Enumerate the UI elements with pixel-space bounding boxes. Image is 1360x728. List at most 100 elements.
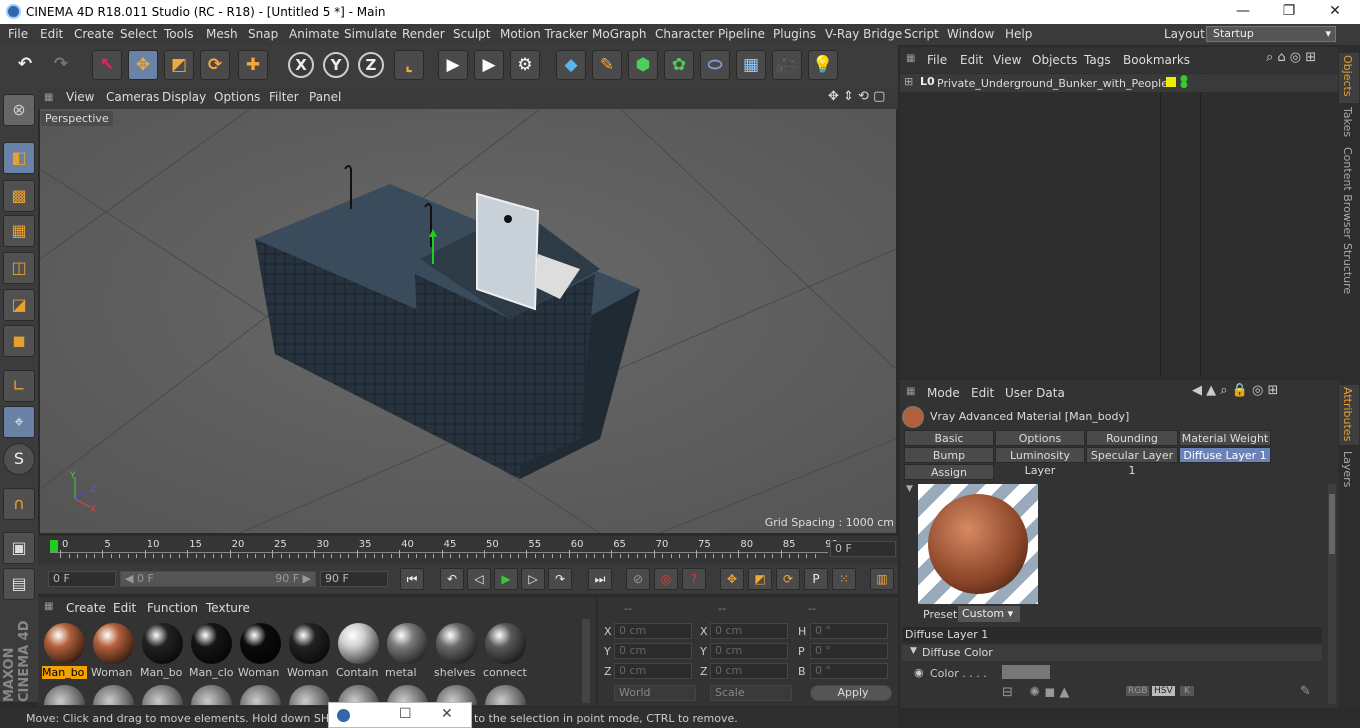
menu-motion-tracker[interactable]: Motion Tracker [500,27,588,41]
hsv-mode-button[interactable]: HSV [1152,686,1175,696]
deformer-icon[interactable]: ⬭ [700,50,730,80]
end-frame-field[interactable]: 90 F [320,571,388,587]
object-menu-objects[interactable]: Objects [1032,53,1077,67]
keyframe-selection-icon[interactable]: ? [682,568,706,590]
material-menu-create[interactable]: Create [66,601,106,615]
menu-render[interactable]: Render [402,27,445,41]
snap-icon[interactable]: S [3,443,35,475]
move-tool-icon[interactable]: ✥ [128,50,158,80]
menu-sculpt[interactable]: Sculpt [453,27,490,41]
side-tab-content-browser[interactable]: Content Browser [1341,147,1354,239]
go-to-start-icon[interactable]: ⏮ [400,568,424,590]
side-tab-takes[interactable]: Takes [1341,107,1354,137]
object-menu-edit[interactable]: Edit [960,53,983,67]
autokey-icon[interactable]: ◎ [654,568,678,590]
attr-menu-edit[interactable]: Edit [971,386,994,400]
object-menu-tags[interactable]: Tags [1084,53,1111,67]
tweak-mode-icon[interactable]: ⌖ [3,406,35,438]
menu-character[interactable]: Character [655,27,714,41]
light-icon[interactable]: 💡 [808,50,838,80]
tab-rounding[interactable]: Rounding [1086,430,1178,446]
position-y-field[interactable]: 0 cm [614,643,692,659]
position-x-field[interactable]: 0 cm [614,623,692,639]
object-name[interactable]: Private_Underground_Bunker_with_People [937,77,1168,90]
menu-help[interactable]: Help [1005,27,1032,41]
viewport-menu-view[interactable]: View [66,90,94,104]
key-point-level-icon[interactable]: ⁙ [832,568,856,590]
menu-mograph[interactable]: MoGraph [592,27,647,41]
kelvin-mode-button[interactable]: K [1180,686,1194,696]
color-radio-icon[interactable]: ◉ [914,666,924,679]
select-tool-icon[interactable]: ↖ [92,50,122,80]
playhead[interactable] [50,540,58,552]
attr-menu-mode[interactable]: Mode [927,386,960,400]
menu-pipeline[interactable]: Pipeline [718,27,765,41]
coordinate-space-dropdown[interactable]: World [614,685,696,701]
object-menu-view[interactable]: View [993,53,1021,67]
frame-range-slider[interactable]: ◀ 0 F 90 F ▶ [120,571,316,587]
viewport-menu-options[interactable]: Options [214,90,260,104]
menu-select[interactable]: Select [120,27,157,41]
material-swatch[interactable]: Man_clo [189,621,234,681]
rotation-b-field[interactable]: 0 ° [810,663,888,679]
record-keyframes-icon[interactable]: ⊘ [626,568,650,590]
size-z-field[interactable]: 0 cm [710,663,788,679]
rotate-tool-icon[interactable]: ⟳ [200,50,230,80]
preview-close-icon[interactable]: ✕ [441,706,453,722]
apply-button[interactable]: Apply [810,685,892,701]
visibility-dots-icon[interactable]: ● ● [1180,75,1188,90]
key-parameter-icon[interactable]: P [804,568,828,590]
scale-tool-icon[interactable]: ◩ [164,50,194,80]
key-scale-icon[interactable]: ◩ [748,568,772,590]
object-menu-bookmarks[interactable]: Bookmarks [1123,53,1190,67]
tab-basic[interactable]: Basic [904,430,994,446]
menu-window[interactable]: Window [947,27,994,41]
undo-icon[interactable]: ↶ [10,50,40,80]
expand-icon[interactable]: ⊞ [904,75,913,88]
menu-file[interactable]: File [8,27,28,41]
pen-spline-icon[interactable]: ✎ [592,50,622,80]
render-settings-icon[interactable]: ⚙ [510,50,540,80]
camera-icon[interactable]: 🎥 [772,50,802,80]
workplane-mode-icon[interactable]: ▦ [3,215,35,247]
render-picture-viewer-icon[interactable]: ▶ [474,50,504,80]
previous-key-icon[interactable]: ↶ [440,568,464,590]
material-swatch[interactable]: metal [385,621,430,681]
color-swatch[interactable] [1002,665,1050,679]
timeline-ruler[interactable]: 051015202530354045505560657075808590 0 F [38,536,898,564]
rotation-h-field[interactable]: 0 ° [810,623,888,639]
menu-vray-bridge[interactable]: V-Ray Bridge [825,27,902,41]
object-menu-file[interactable]: File [927,53,947,67]
material-menu-function[interactable]: Function [147,601,198,615]
subdivision-surface-icon[interactable]: ⬢ [628,50,658,80]
material-swatch[interactable]: shelves [434,621,479,681]
cloner-icon[interactable]: ✿ [664,50,694,80]
viewport-menu-panel[interactable]: Panel [309,90,341,104]
material-swatch[interactable]: Woman [91,621,136,681]
z-axis-lock-icon[interactable]: Z [358,52,384,78]
3d-viewport[interactable]: Y Z X [40,109,896,533]
preview-maximize-icon[interactable]: ☐ [399,706,412,722]
menu-animate[interactable]: Animate [289,27,339,41]
size-y-field[interactable]: 0 cm [710,643,788,659]
layout-dropdown[interactable]: Startup ▾ [1206,26,1336,42]
tab-assign[interactable]: Assign [904,464,994,480]
attr-navigation-icons[interactable]: ◀ ▲ ⌕ 🔒 ◎ ⊞ [1192,383,1278,398]
go-to-end-icon[interactable]: ⏭ [588,568,612,590]
live-selection-icon[interactable]: ✚ [238,50,268,80]
workplane-icon[interactable]: ▣ [3,532,35,564]
menu-tools[interactable]: Tools [164,27,194,41]
menu-mesh[interactable]: Mesh [206,27,238,41]
menu-script[interactable]: Script [904,27,939,41]
material-swatch-partial[interactable] [485,685,526,705]
menu-plugins[interactable]: Plugins [773,27,816,41]
x-axis-lock-icon[interactable]: X [288,52,314,78]
render-view-icon[interactable]: ▶ [438,50,468,80]
previous-frame-icon[interactable]: ◁ [467,568,491,590]
make-editable-icon[interactable]: ⊗ [3,94,35,126]
tab-diffuse-layer-1[interactable]: Diffuse Layer 1 [1179,447,1271,463]
size-x-field[interactable]: 0 cm [710,623,788,639]
object-manager-tools-icons[interactable]: ⌕ ⌂ ◎ ⊞ [1266,50,1316,65]
subsection-header[interactable]: ▼ Diffuse Color [902,645,1322,661]
viewport-navigation-icons[interactable]: ✥ ⇕ ⟲ ▢ [828,89,885,104]
